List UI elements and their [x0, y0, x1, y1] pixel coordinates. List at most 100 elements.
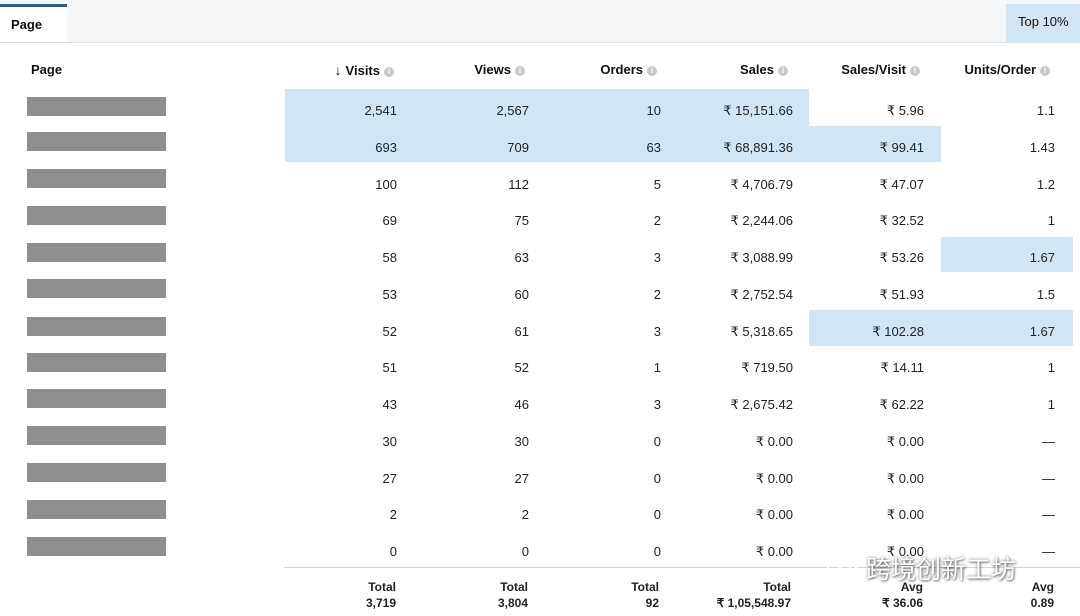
info-icon[interactable]: i: [910, 65, 920, 76]
cell-sales: ₹ 68,891.36: [723, 139, 793, 155]
cell-orders: 1: [653, 360, 661, 376]
cell-orders: 3: [653, 250, 661, 265]
cell-sales: ₹ 2,675.42: [730, 397, 794, 412]
cell-visits: 693: [375, 139, 397, 155]
cell-sales-visit: ₹ 102.28: [872, 323, 924, 339]
cell-orders: 0: [653, 470, 661, 486]
table-row[interactable]: 693 709 63 ₹ 68,891.36 ₹ 99.41 1.43: [0, 126, 1080, 163]
header-sales-visit[interactable]: Sales/Visit i: [841, 62, 920, 77]
cell-views: 75: [514, 213, 529, 229]
total-sales-label: Total: [763, 580, 791, 594]
header-views[interactable]: Views i: [474, 62, 525, 77]
cell-visits: 100: [375, 176, 397, 192]
table-row[interactable]: 52 61 3 ₹ 5,318.65 ₹ 102.28 1.67: [0, 310, 1080, 347]
table-row[interactable]: 58 63 3 ₹ 3,088.99 ₹ 53.26 1.67: [0, 236, 1080, 273]
redacted-page-title[interactable]: [27, 389, 166, 408]
redacted-page-title[interactable]: [27, 168, 166, 188]
total-sales: Total ₹ 1,05,548.97: [717, 579, 791, 611]
info-icon[interactable]: i: [384, 66, 394, 77]
redacted-page-title[interactable]: [27, 206, 166, 226]
info-icon[interactable]: i: [778, 65, 788, 76]
cell-sales: ₹ 0.00: [755, 507, 793, 523]
total-orders-label: Total: [631, 580, 659, 594]
header-views-label: Views: [474, 62, 511, 77]
table-row[interactable]: 43 46 3 ₹ 2,675.42 ₹ 62.22 1: [0, 383, 1080, 420]
cell-sales: ₹ 2,752.54: [730, 286, 794, 302]
redacted-page-title[interactable]: [27, 97, 166, 116]
header-visits-label: Visits: [345, 63, 380, 78]
cell-views: 0: [521, 544, 529, 559]
header-sales-visit-label: Sales/Visit: [841, 62, 906, 77]
redacted-page-title[interactable]: [27, 353, 166, 373]
cell-sales-visit: ₹ 32.52: [879, 213, 924, 229]
table-row[interactable]: 27 27 0 ₹ 0.00 ₹ 0.00 —: [0, 457, 1080, 494]
cell-sales-visit: ₹ 0.00: [886, 433, 924, 449]
cell-sales: ₹ 3,088.99: [730, 250, 794, 265]
cell-sales: ₹ 5,318.65: [730, 323, 794, 339]
avg-units-order: Avg 0.89: [1031, 579, 1054, 611]
redacted-page-title[interactable]: [27, 131, 166, 151]
cell-orders: 0: [653, 544, 661, 559]
table-row[interactable]: 69 75 2 ₹ 2,244.06 ₹ 32.52 1: [0, 199, 1080, 236]
cell-visits: 51: [382, 360, 397, 376]
header-orders-label: Orders: [600, 62, 643, 77]
total-views: Total 3,804: [498, 579, 528, 611]
total-visits: Total 3,719: [366, 579, 396, 611]
redacted-page-title[interactable]: [27, 500, 166, 520]
redacted-page-title[interactable]: [27, 462, 166, 482]
cell-visits: 43: [382, 397, 397, 412]
cell-units-order: 1.1: [1036, 103, 1055, 118]
table-row[interactable]: 100 112 5 ₹ 4,706.79 ₹ 47.07 1.2: [0, 163, 1080, 200]
cell-orders: 2: [653, 213, 661, 229]
cell-visits: 52: [382, 323, 397, 339]
total-views-label: Total: [500, 580, 528, 594]
table-row[interactable]: 51 52 1 ₹ 719.50 ₹ 14.11 1: [0, 346, 1080, 383]
cell-orders: 0: [653, 507, 661, 523]
cell-units-order: 1: [1047, 213, 1055, 229]
info-icon[interactable]: i: [515, 65, 525, 76]
avg-units-order-value: 0.89: [1030, 596, 1054, 610]
avg-units-order-label: Avg: [1031, 580, 1054, 594]
cell-sales-visit: ₹ 99.41: [879, 139, 924, 155]
table-row[interactable]: 53 60 2 ₹ 2,752.54 ₹ 51.93 1.5: [0, 273, 1080, 310]
cell-orders: 0: [653, 433, 661, 449]
header-visits[interactable]: ↓ Visits i: [335, 62, 394, 78]
redacted-page-title[interactable]: [27, 278, 166, 298]
cell-sales-visit: ₹ 0.00: [886, 470, 924, 486]
cell-visits: 2: [389, 507, 397, 523]
cell-units-order: 1.5: [1036, 286, 1055, 302]
cell-sales: ₹ 15,151.66: [723, 103, 793, 118]
cell-orders: 3: [653, 323, 661, 339]
cell-sales-visit: ₹ 0.00: [886, 507, 924, 523]
table-row[interactable]: 30 30 0 ₹ 0.00 ₹ 0.00 —: [0, 420, 1080, 457]
cell-units-order: —: [1042, 507, 1055, 523]
cell-sales: ₹ 719.50: [741, 360, 793, 376]
cell-orders: 63: [646, 139, 661, 155]
info-icon[interactable]: i: [1040, 65, 1050, 76]
info-icon[interactable]: i: [647, 65, 657, 76]
cell-orders: 3: [653, 397, 661, 412]
cell-units-order: 1: [1047, 360, 1055, 376]
top-10-percent-badge[interactable]: Top 10%: [1006, 4, 1080, 42]
redacted-page-title[interactable]: [27, 537, 166, 556]
cell-sales: ₹ 0.00: [755, 544, 793, 559]
tab-page[interactable]: Page: [0, 4, 67, 42]
total-orders-value: 92: [645, 596, 659, 610]
table-row[interactable]: 2,541 2,567 10 ₹ 15,151.66 ₹ 5.96 1.1: [0, 89, 1080, 126]
cell-views: 61: [514, 323, 529, 339]
redacted-page-title[interactable]: [27, 316, 166, 336]
cell-sales: ₹ 0.00: [755, 433, 793, 449]
watermark-text: 跨境创新工坊: [866, 555, 1017, 584]
table-row[interactable]: 2 2 0 ₹ 0.00 ₹ 0.00 —: [0, 493, 1080, 530]
header-page[interactable]: Page: [31, 62, 62, 77]
avg-sales-visit-value: ₹ 36.06: [882, 596, 923, 610]
header-sales[interactable]: Sales i: [740, 62, 788, 77]
redacted-page-title[interactable]: [27, 425, 166, 445]
header-orders[interactable]: Orders i: [600, 62, 657, 77]
total-visits-value: 3,719: [365, 596, 396, 610]
total-visits-label: Total: [368, 580, 396, 594]
cell-visits: 0: [389, 544, 397, 559]
redacted-page-title[interactable]: [27, 243, 166, 262]
header-units-order[interactable]: Units/Order i: [964, 62, 1050, 77]
cell-units-order: —: [1042, 470, 1055, 486]
